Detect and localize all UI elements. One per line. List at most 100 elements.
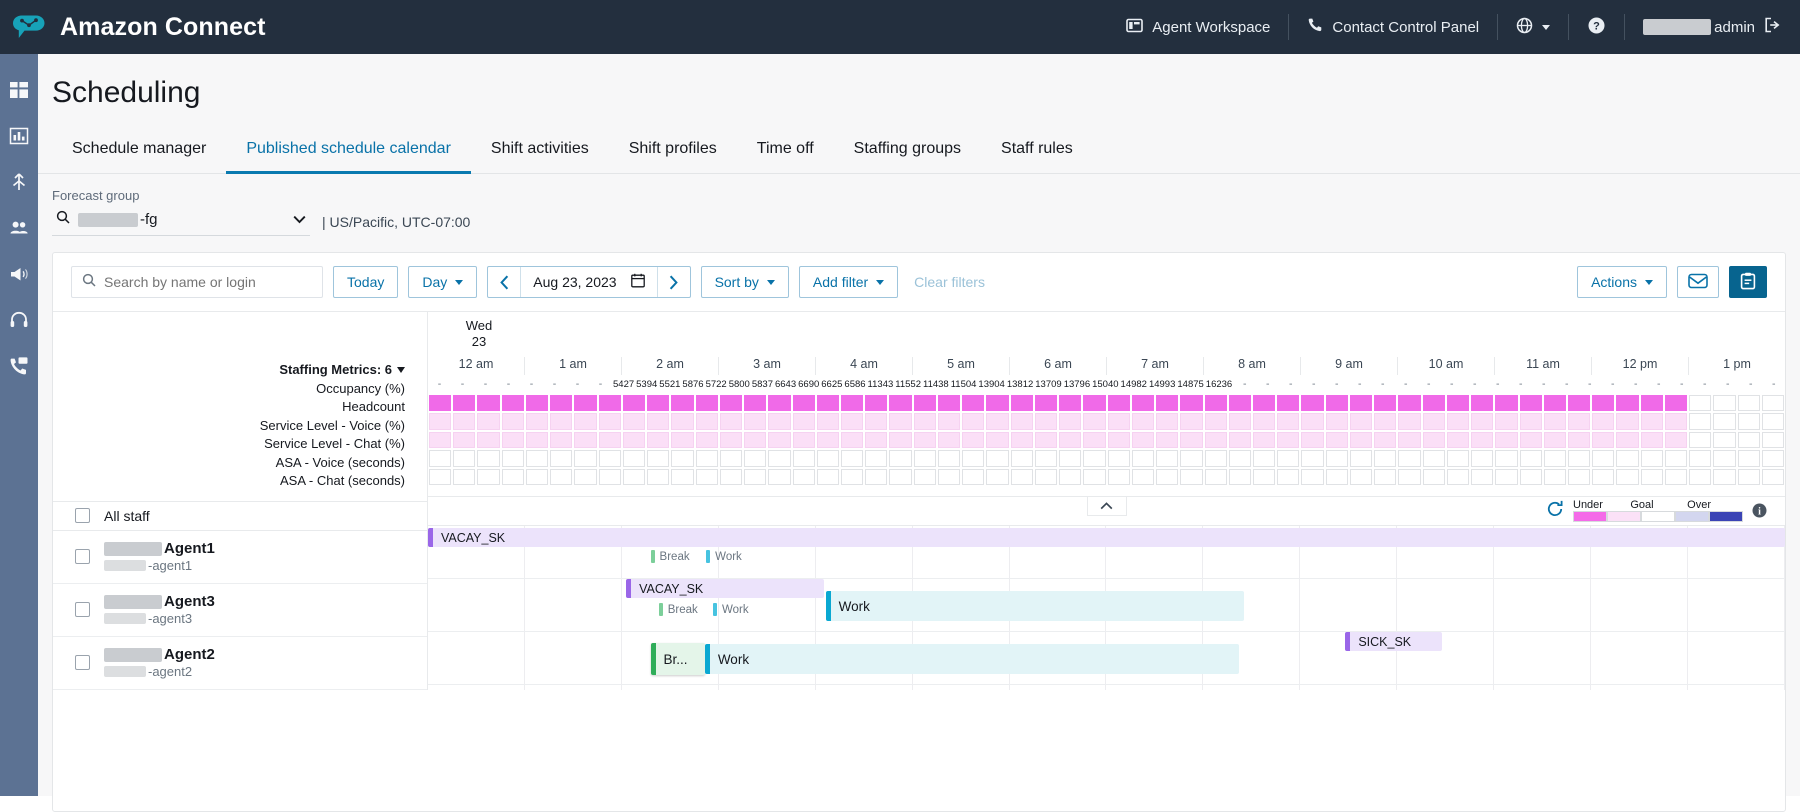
clipboard-button[interactable] (1729, 266, 1767, 298)
metric-cell[interactable] (962, 413, 984, 430)
staffing-metrics-toggle[interactable]: Staffing Metrics: 6 (53, 361, 427, 380)
users-icon[interactable] (9, 218, 29, 238)
metric-cell[interactable] (1326, 469, 1348, 486)
metric-cell[interactable] (1083, 432, 1105, 449)
metric-cell[interactable]: - (1533, 376, 1554, 393)
metric-cell[interactable] (720, 413, 742, 430)
today-button[interactable]: Today (333, 266, 398, 298)
metric-cell[interactable]: - (1395, 376, 1416, 393)
metric-cell[interactable] (1568, 413, 1590, 430)
metric-cell[interactable] (962, 450, 984, 467)
collapse-metrics-button[interactable] (1087, 497, 1127, 516)
agent-checkbox[interactable] (75, 602, 90, 617)
metric-cell[interactable] (502, 395, 524, 412)
metric-cell[interactable] (1520, 450, 1542, 467)
metric-cell[interactable] (1616, 469, 1638, 486)
actions-dropdown[interactable]: Actions (1577, 266, 1667, 298)
metric-cell[interactable] (1059, 413, 1081, 430)
metric-cell[interactable] (865, 432, 887, 449)
metric-cell[interactable] (599, 450, 621, 467)
metric-cell[interactable] (1495, 450, 1517, 467)
metric-cell[interactable]: - (1372, 376, 1393, 393)
metric-cell[interactable] (1326, 450, 1348, 467)
metric-cell[interactable] (1350, 450, 1372, 467)
activity-marker[interactable]: Break (651, 550, 690, 563)
metric-cell[interactable] (817, 395, 839, 412)
metric-cell[interactable] (526, 395, 548, 412)
metric-cell[interactable] (1253, 432, 1275, 449)
metric-cell[interactable] (647, 450, 669, 467)
metric-cell[interactable] (889, 413, 911, 430)
metric-cell[interactable] (841, 450, 863, 467)
metric-cell[interactable]: - (567, 376, 588, 393)
metric-cell[interactable] (1108, 450, 1130, 467)
metric-cell[interactable] (768, 450, 790, 467)
metric-cell[interactable]: - (1234, 376, 1255, 393)
metric-cell[interactable] (1423, 413, 1445, 430)
metric-cell[interactable] (1350, 395, 1372, 412)
metric-cell[interactable]: 6586 (844, 376, 865, 393)
metric-cell[interactable] (1568, 469, 1590, 486)
metric-cell[interactable] (1689, 395, 1711, 412)
metric-cell[interactable] (1229, 450, 1251, 467)
metric-cell[interactable]: - (544, 376, 565, 393)
metric-cell[interactable]: - (1671, 376, 1692, 393)
metric-cell[interactable] (1665, 469, 1687, 486)
metric-cell[interactable] (1568, 395, 1590, 412)
time-off-block[interactable]: SICK_SK (1345, 632, 1441, 651)
metric-cell[interactable] (889, 450, 911, 467)
metric-cell[interactable] (938, 432, 960, 449)
tab-staff-rules[interactable]: Staff rules (981, 130, 1093, 174)
metric-cell[interactable] (768, 413, 790, 430)
metric-cell[interactable]: 5876 (682, 376, 703, 393)
metric-cell[interactable] (477, 432, 499, 449)
metric-cell[interactable] (889, 432, 911, 449)
metric-cell[interactable] (1423, 450, 1445, 467)
metric-cell[interactable] (429, 469, 451, 486)
metric-cell[interactable] (574, 450, 596, 467)
dashboard-icon[interactable] (9, 80, 29, 100)
shift-block[interactable]: Work (826, 591, 1244, 621)
metric-cell[interactable]: 5722 (706, 376, 727, 393)
metric-cell[interactable] (768, 395, 790, 412)
agent-checkbox[interactable] (75, 549, 90, 564)
metric-cell[interactable] (429, 413, 451, 430)
metric-cell[interactable] (1374, 395, 1396, 412)
metric-cell[interactable] (1544, 450, 1566, 467)
metric-cell[interactable] (841, 469, 863, 486)
metric-cell[interactable] (671, 413, 693, 430)
metric-cell[interactable] (1059, 450, 1081, 467)
metric-cell[interactable] (1398, 469, 1420, 486)
metric-cell[interactable]: 11552 (895, 376, 921, 393)
metric-cell[interactable] (1713, 469, 1735, 486)
metric-cell[interactable] (1011, 469, 1033, 486)
metric-cell[interactable] (477, 450, 499, 467)
metric-cell[interactable] (1205, 413, 1227, 430)
metric-cell[interactable] (429, 432, 451, 449)
metric-cell[interactable] (623, 395, 645, 412)
granularity-dropdown[interactable]: Day (408, 266, 477, 298)
metric-cell[interactable] (1277, 450, 1299, 467)
metric-cell[interactable]: 11343 (868, 376, 894, 393)
metric-cell[interactable] (1156, 469, 1178, 486)
metric-cell[interactable] (1520, 432, 1542, 449)
contact-control-panel-link[interactable]: Contact Control Panel (1289, 0, 1497, 54)
metric-cell[interactable] (817, 450, 839, 467)
agent-checkbox[interactable] (75, 655, 90, 670)
metric-cell[interactable] (1277, 413, 1299, 430)
tab-shift-activities[interactable]: Shift activities (471, 130, 609, 174)
metric-cell[interactable] (889, 469, 911, 486)
metric-cell[interactable] (1447, 395, 1469, 412)
shift-block[interactable]: Work (705, 644, 1240, 674)
metric-cell[interactable] (1205, 395, 1227, 412)
metric-cell[interactable] (1132, 469, 1154, 486)
metric-cell[interactable] (841, 395, 863, 412)
metric-cell[interactable] (1132, 432, 1154, 449)
metric-cell[interactable] (793, 469, 815, 486)
metric-cell[interactable] (793, 432, 815, 449)
metric-cell[interactable] (1083, 413, 1105, 430)
metric-cell[interactable] (865, 413, 887, 430)
metric-cell[interactable] (1641, 432, 1663, 449)
metric-cell[interactable] (1059, 395, 1081, 412)
metric-cell[interactable] (1277, 395, 1299, 412)
